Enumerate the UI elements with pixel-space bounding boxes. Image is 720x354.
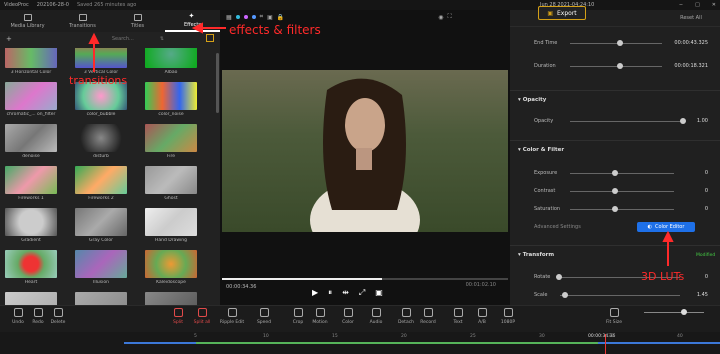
arrow-head — [88, 32, 100, 44]
annotation-arrows — [88, 22, 674, 266]
arrow-head — [662, 230, 674, 242]
arrow-head — [191, 22, 203, 34]
app-window: VideoProc 202106-28-0 Saved 265 minutes … — [0, 0, 720, 354]
